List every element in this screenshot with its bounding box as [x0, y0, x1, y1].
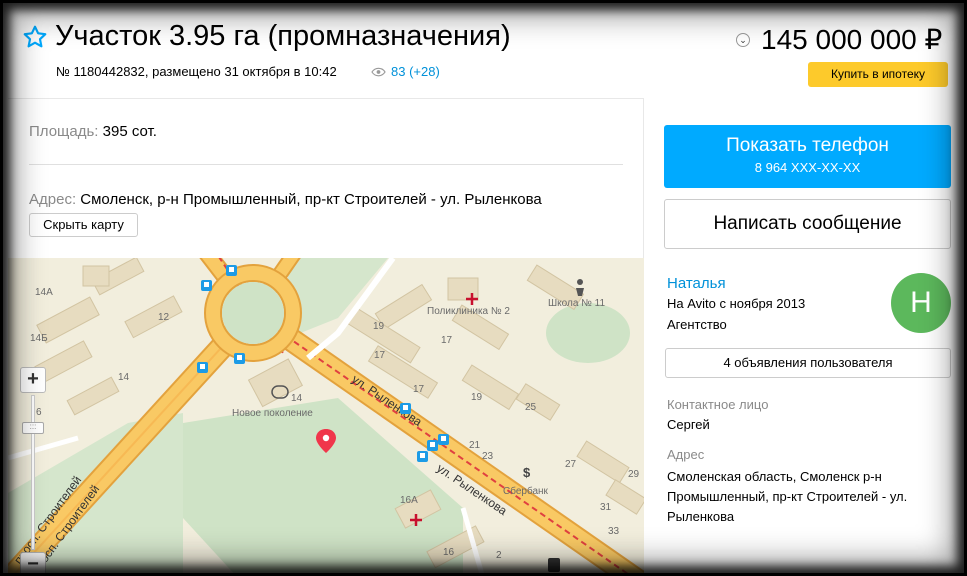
- seller-since: На Avito с ноября 2013: [667, 296, 806, 311]
- views-count: 83 (+28): [391, 64, 440, 79]
- map-label-19a: 19: [373, 321, 385, 332]
- zoom-slider-track[interactable]: [31, 395, 35, 550]
- bus-stop-icon: [427, 440, 438, 451]
- map-label-14: 14: [118, 372, 130, 383]
- price-dropdown-chevron-down-icon[interactable]: ⌄: [736, 33, 750, 47]
- area-row: Площадь: 395 сот.: [29, 123, 157, 140]
- bus-stop-icon: [400, 403, 411, 414]
- seller-sidebar: Показать телефон 8 964 XXX-XX-XX Написат…: [645, 98, 967, 576]
- show-phone-button[interactable]: Показать телефон 8 964 XXX-XX-XX: [664, 125, 951, 188]
- location-map[interactable]: 14А 14Б 12 14 6 14 Новое поколение 19 17…: [8, 258, 644, 576]
- map-label-16: 16: [443, 547, 455, 558]
- bus-stop-icon: [438, 434, 449, 445]
- map-label-31: 31: [600, 502, 612, 513]
- seller-avatar[interactable]: Н: [891, 273, 951, 333]
- map-label-novoe-pokolenie: Новое поколение: [232, 408, 313, 419]
- bus-stop-icon: [226, 265, 237, 276]
- address-label: Адрес:: [29, 191, 77, 208]
- map-label-school: Школа № 11: [548, 298, 605, 309]
- hide-map-button[interactable]: Скрыть карту: [29, 213, 138, 237]
- seller-address-value: Смоленская область, Смоленск р-н Промышл…: [667, 469, 908, 524]
- map-label-17c: 17: [413, 384, 425, 395]
- seller-address-label: Адрес: [667, 447, 705, 462]
- write-message-button[interactable]: Написать сообщение: [664, 199, 951, 249]
- show-phone-label: Показать телефон: [726, 135, 889, 156]
- listing-meta: № 1180442832, размещено 31 октября в 10:…: [56, 64, 337, 79]
- area-label: Площадь:: [29, 123, 99, 140]
- zoom-slider-handle[interactable]: :::: [22, 422, 44, 434]
- bus-stop-icon: [417, 451, 428, 462]
- contact-person-value: Сергей: [667, 417, 710, 432]
- map-label-23: 23: [482, 451, 494, 462]
- map-label-17a: 17: [374, 350, 386, 361]
- listing-page: Участок 3.95 га (промназначения) № 11804…: [0, 0, 967, 576]
- listing-title: Участок 3.95 га (промназначения): [55, 20, 511, 52]
- listing-details: Площадь: 395 сот. Адрес: Смоленск, р-н П…: [8, 98, 644, 576]
- listing-header: Участок 3.95 га (промназначения) № 11804…: [0, 0, 967, 98]
- favorite-star-icon[interactable]: [22, 24, 48, 50]
- map-label-16a: 16А: [400, 495, 418, 506]
- transit-icon: [548, 558, 560, 572]
- area-value: 395 сот.: [102, 123, 157, 140]
- school-grounds: [546, 303, 630, 363]
- map-label-21: 21: [469, 440, 481, 451]
- map-label-14b: 14Б: [30, 333, 48, 344]
- map-label-14a: 14А: [35, 287, 53, 298]
- map-label-29: 29: [628, 469, 640, 480]
- map-label-25: 25: [525, 402, 537, 413]
- zoom-in-button[interactable]: +: [20, 367, 46, 393]
- map-label-17b: 17: [441, 335, 453, 346]
- seller-name-link[interactable]: Наталья: [667, 275, 726, 292]
- map-label-14c: 14: [291, 393, 303, 404]
- divider: [29, 164, 623, 165]
- mortgage-button[interactable]: Купить в ипотеку: [808, 62, 948, 87]
- eye-icon: [371, 67, 386, 76]
- seller-type: Агентство: [667, 317, 727, 332]
- listing-price: 145 000 000 ₽: [761, 24, 943, 55]
- bus-stop-icon: [201, 280, 212, 291]
- address-value: Смоленск, р-н Промышленный, пр-кт Строит…: [80, 191, 542, 208]
- map-label-2: 2: [496, 550, 502, 561]
- map-canvas[interactable]: 14А 14Б 12 14 6 14 Новое поколение 19 17…: [8, 258, 644, 576]
- map-label-33: 33: [608, 526, 620, 537]
- views-counter[interactable]: 83 (+28): [371, 64, 440, 79]
- address-row: Адрес: Смоленск, р-н Промышленный, пр-кт…: [29, 191, 542, 208]
- contact-person-label: Контактное лицо: [667, 397, 769, 412]
- map-zoom-control[interactable]: + ::: −: [20, 367, 46, 576]
- bus-stop-icon: [197, 362, 208, 373]
- user-ads-button[interactable]: 4 объявления пользователя: [665, 348, 951, 378]
- zoom-out-button[interactable]: −: [20, 552, 46, 576]
- map-label-27: 27: [565, 459, 577, 470]
- map-label-polyclinic: Поликлиника № 2: [427, 306, 510, 317]
- map-label-12: 12: [158, 312, 170, 323]
- svg-text:$: $: [523, 465, 531, 480]
- dollar-icon: $: [523, 465, 531, 480]
- phone-number-masked: 8 964 XXX-XX-XX: [754, 160, 861, 175]
- map-label-19b: 19: [471, 392, 483, 403]
- map-label-sberbank: Сбербанк: [503, 485, 549, 497]
- bus-stop-icon: [234, 353, 245, 364]
